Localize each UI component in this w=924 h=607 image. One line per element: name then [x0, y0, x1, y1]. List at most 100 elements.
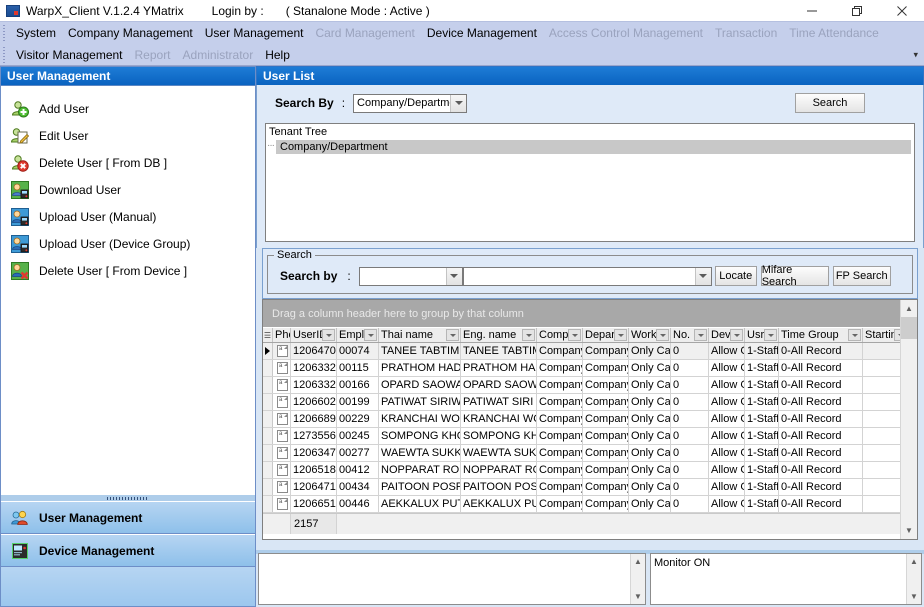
grid-cell-department[interactable]: Company [583, 394, 629, 410]
grid-cell-department[interactable]: Company [583, 343, 629, 359]
grid-column-header-time_group[interactable]: Time Group [779, 328, 863, 342]
grid-cell-work[interactable]: Only Car [629, 479, 671, 495]
search-button[interactable]: Search [795, 93, 865, 113]
grid-cell-eng_name[interactable]: KRANCHAI WO [461, 411, 537, 427]
grid-cell-thai_name[interactable]: SOMPONG KHOO [379, 428, 461, 444]
grid-cell-no[interactable]: 0 [671, 377, 709, 393]
grid-cell-company[interactable]: Company/D [537, 479, 583, 495]
grid-column-header-usr[interactable]: Usr [745, 328, 779, 342]
grid-cell-dev[interactable]: Allow G [709, 360, 745, 376]
grid-cell-no[interactable]: 0 [671, 428, 709, 444]
grid-cell-photo[interactable]: a [273, 428, 291, 444]
menu-grip-icon[interactable] [1, 24, 8, 42]
grid-cell-thai_name[interactable]: NOPPARAT ROB [379, 462, 461, 478]
grid-cell-usr[interactable]: 1-Staff [745, 496, 779, 512]
grid-cell-eng_name[interactable]: PAITOON POS [461, 479, 537, 495]
grid-cell-thai_name[interactable]: PATIWAT SIRIWO [379, 394, 461, 410]
event-log-left-scrollbar[interactable]: ▲ ▼ [630, 554, 645, 604]
grid-cell-time_group[interactable]: 0-All Record [779, 445, 863, 461]
grid-cell-company[interactable]: Company/D [537, 377, 583, 393]
grid-cell-usr[interactable]: 1-Staff [745, 411, 779, 427]
menu-visitor-management[interactable]: Visitor Management [10, 46, 129, 64]
locate-button[interactable]: Locate [714, 266, 757, 286]
grid-cell-userid[interactable]: 12735562 [291, 428, 337, 444]
chevron-down-icon[interactable] [445, 267, 462, 285]
grid-cell-time_group[interactable]: 0-All Record [779, 377, 863, 393]
grid-cell-dev[interactable]: Allow G [709, 479, 745, 495]
grid-cell-department[interactable]: Company [583, 377, 629, 393]
grid-cell-no[interactable]: 0 [671, 479, 709, 495]
grid-cell-photo[interactable]: a [273, 394, 291, 410]
grid-cell-department[interactable]: Company [583, 479, 629, 495]
scroll-up-icon[interactable]: ▲ [631, 554, 645, 569]
grid-cell-company[interactable]: Company/D [537, 462, 583, 478]
grid-cell-usr[interactable]: 1-Staff [745, 360, 779, 376]
sidebar-item-download-user[interactable]: Download User [1, 176, 255, 203]
grid-cell-thai_name[interactable]: WAEWTA SUKKL [379, 445, 461, 461]
grid-cell-userid[interactable]: 12064705 [291, 343, 337, 359]
grid-cell-work[interactable]: Only Car [629, 394, 671, 410]
grid-cell-photo[interactable]: a [273, 343, 291, 359]
table-row[interactable]: a1206471700434PAITOON POSRIPAITOON POSCo… [263, 479, 917, 496]
grid-cell-employee[interactable]: 00245 [337, 428, 379, 444]
tenant-tree[interactable]: Tenant Tree Company/Department [265, 123, 915, 242]
scroll-down-icon[interactable]: ▼ [901, 522, 917, 539]
grid-cell-photo[interactable]: a [273, 411, 291, 427]
column-filter-icon[interactable] [364, 329, 377, 341]
grid-cell-photo[interactable]: a [273, 445, 291, 461]
menu-help[interactable]: Help [259, 46, 296, 64]
table-row[interactable]: a1206332300115PRATHOM HADRPRATHOM HADCom… [263, 360, 917, 377]
grid-cell-no[interactable]: 0 [671, 343, 709, 359]
scroll-up-icon[interactable]: ▲ [901, 300, 917, 317]
grid-cell-thai_name[interactable]: KRANCHAI WONG [379, 411, 461, 427]
grid-cell-usr[interactable]: 1-Staff [745, 445, 779, 461]
grid-cell-work[interactable]: Only Car [629, 343, 671, 359]
scroll-down-icon[interactable]: ▼ [631, 589, 645, 604]
minimize-icon[interactable] [789, 0, 834, 21]
grid-cell-dev[interactable]: Allow G [709, 428, 745, 444]
grid-cell-time_group[interactable]: 0-All Record [779, 411, 863, 427]
grid-cell-eng_name[interactable]: TANEE TABTIM [461, 343, 537, 359]
fp-search-button[interactable]: FP Search [832, 266, 891, 286]
table-row[interactable]: a1206518700412NOPPARAT ROBNOPPARAT ROCom… [263, 462, 917, 479]
grid-cell-department[interactable]: Company [583, 428, 629, 444]
grid-cell-company[interactable]: Company/D [537, 428, 583, 444]
grid-cell-work[interactable]: Only Car [629, 360, 671, 376]
event-log-left[interactable]: ▲ ▼ [258, 553, 646, 605]
menu-device-management[interactable]: Device Management [421, 24, 543, 42]
grid-cell-userid[interactable]: 12063321 [291, 377, 337, 393]
grid-cell-photo[interactable]: a [273, 496, 291, 512]
grid-cell-company[interactable]: Company/D [537, 411, 583, 427]
grid-cell-userid[interactable]: 12066894 [291, 411, 337, 427]
grid-column-header-company[interactable]: Compar [537, 328, 583, 342]
grid-cell-time_group[interactable]: 0-All Record [779, 496, 863, 512]
grid-cell-userid[interactable]: 12063477 [291, 445, 337, 461]
grid-cell-employee[interactable]: 00446 [337, 496, 379, 512]
tenant-tree-node[interactable]: Company/Department [267, 140, 911, 154]
sidebar-item-delete-user-db[interactable]: Delete User [ From DB ] [1, 149, 255, 176]
grid-column-header-thai_name[interactable]: Thai name [379, 328, 461, 342]
restore-icon[interactable] [834, 0, 879, 21]
table-row[interactable]: a1206651600446AEKKALUX PUTPAEKKALUX PUCo… [263, 496, 917, 513]
grid-cell-thai_name[interactable]: TANEE TABTIMH [379, 343, 461, 359]
column-filter-icon[interactable] [656, 329, 669, 341]
table-row[interactable]: a1206470500074TANEE TABTIMHTANEE TABTIMC… [263, 343, 917, 360]
grid-column-header-employee[interactable]: Emplo [337, 328, 379, 342]
grid-cell-employee[interactable]: 00412 [337, 462, 379, 478]
search-by-combobox[interactable]: Company/Department [353, 93, 468, 113]
grid-cell-photo[interactable]: a [273, 377, 291, 393]
table-row[interactable]: a1273556200245SOMPONG KHOOSOMPONG KHComp… [263, 428, 917, 445]
grid-cell-company[interactable]: Company/D [537, 343, 583, 359]
sidebar-item-upload-user-manual[interactable]: Upload User (Manual) [1, 203, 255, 230]
column-filter-icon[interactable] [694, 329, 707, 341]
column-filter-icon[interactable] [322, 329, 335, 341]
monitor-log-scrollbar[interactable]: ▲ ▼ [906, 554, 921, 604]
column-filter-icon[interactable] [614, 329, 627, 341]
grid-cell-dev[interactable]: Allow G [709, 377, 745, 393]
grid-cell-time_group[interactable]: 0-All Record [779, 343, 863, 359]
menu-system[interactable]: System [10, 24, 62, 42]
menu-user-management[interactable]: User Management [199, 24, 310, 42]
grid-cell-usr[interactable]: 1-Staff [745, 394, 779, 410]
chevron-down-icon[interactable]: ▾ [913, 49, 918, 60]
table-row[interactable]: a1206602400199PATIWAT SIRIWOPATIWAT SIRI… [263, 394, 917, 411]
